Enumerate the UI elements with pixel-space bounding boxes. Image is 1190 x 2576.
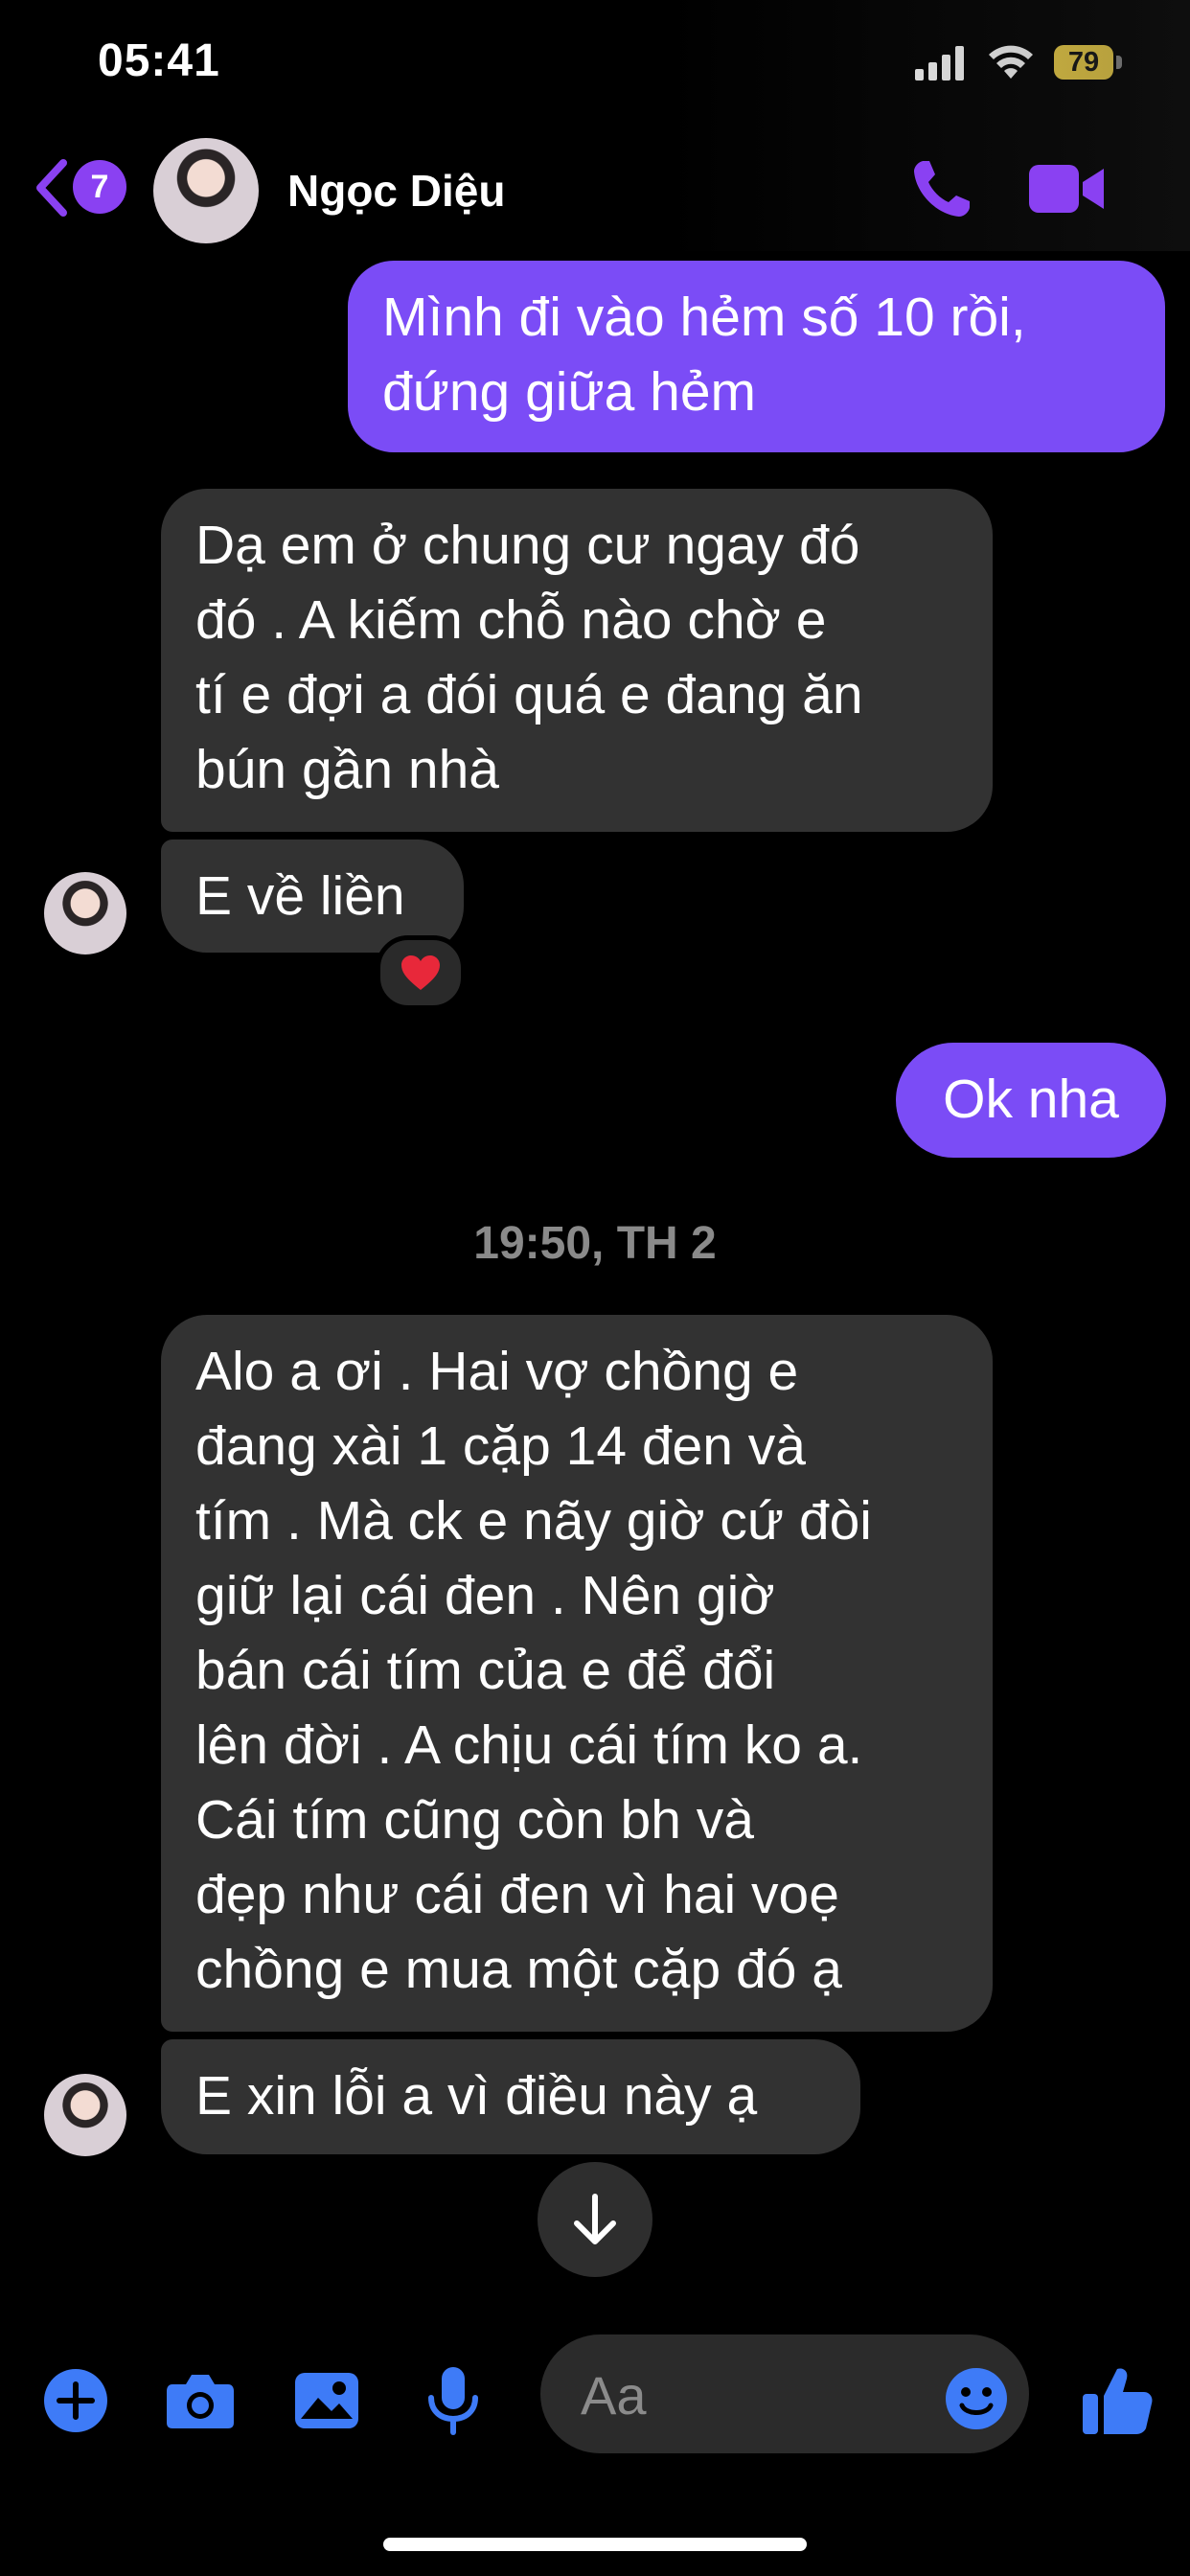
camera-icon[interactable] [163,2363,238,2438]
message-bubble-received[interactable]: Dạ em ở chung cư ngay đó đó . A kiếm chỗ… [161,489,993,832]
video-camera-icon[interactable] [1029,161,1106,217]
message-bubble-received[interactable]: Alo a ơi . Hai vợ chồng e đang xài 1 cặp… [161,1315,993,2032]
plus-icon[interactable] [38,2363,113,2438]
thumbs-up-icon[interactable] [1079,2361,1156,2438]
microphone-icon[interactable] [416,2363,491,2438]
message-input[interactable] [579,2356,947,2434]
unread-count-badge[interactable]: 7 [73,160,126,214]
heart-reaction[interactable] [376,935,466,1010]
home-indicator [383,2538,807,2551]
status-time: 05:41 [98,35,220,86]
arrow-down-icon [574,2194,616,2244]
message-bubble-sent[interactable]: Ok nha [896,1043,1166,1158]
heart-icon [401,955,440,990]
contact-avatar[interactable] [153,138,259,243]
gallery-icon[interactable] [289,2363,364,2438]
phone-icon[interactable] [910,157,973,220]
message-bubble-sent[interactable]: Mình đi vào hẻm số 10 rồi, đứng giữa hẻm [348,261,1165,452]
scroll-to-bottom-button[interactable] [538,2162,652,2277]
message-bubble-received[interactable]: E xin lỗi a vì điều này ạ [161,2039,860,2154]
sender-avatar[interactable] [44,2074,126,2156]
emoji-icon[interactable] [943,2365,1010,2432]
contact-name[interactable]: Ngọc Diệu [287,165,505,217]
sender-avatar[interactable] [44,872,126,954]
message-timestamp: 19:50, TH 2 [473,1218,717,1269]
back-chevron-icon[interactable] [33,157,71,218]
